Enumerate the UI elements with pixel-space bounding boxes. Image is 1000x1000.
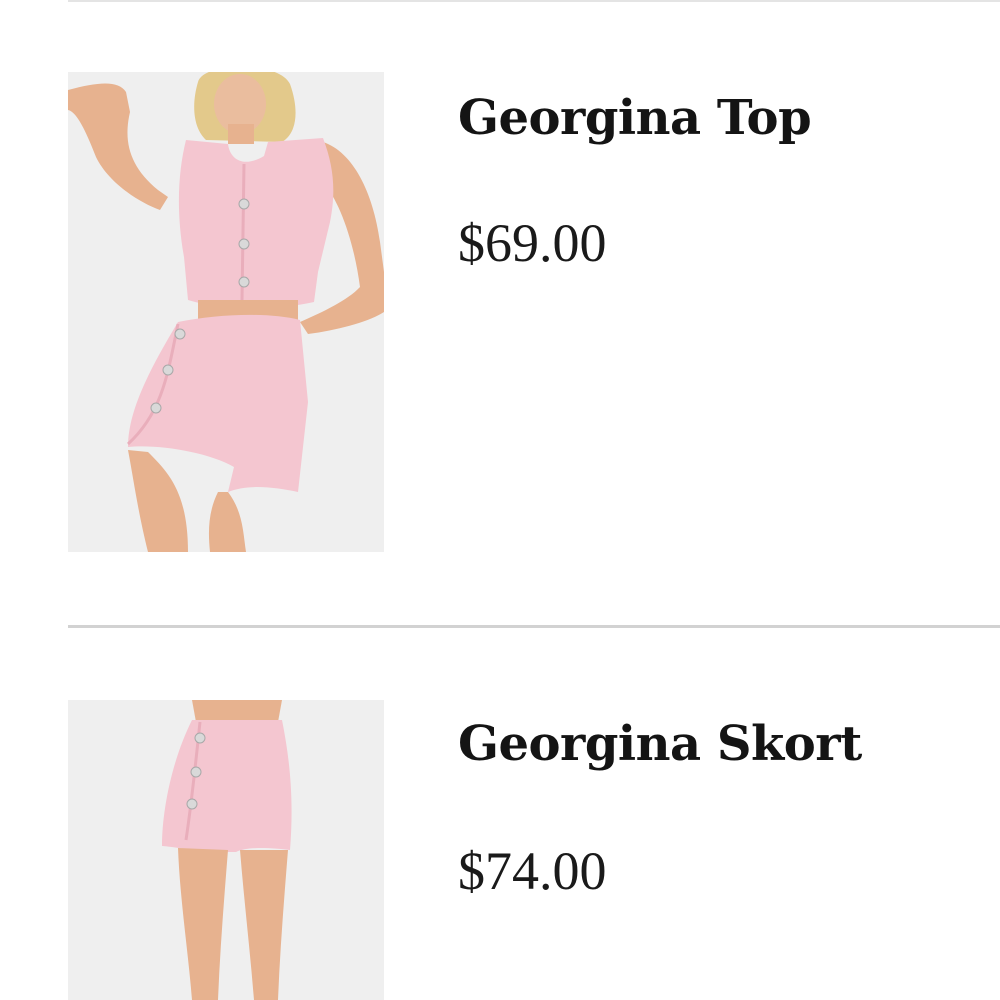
product-price: $74.00 [458, 841, 607, 901]
product-divider [68, 625, 1000, 628]
product-name[interactable]: Georgina Top [458, 90, 812, 146]
top-divider [68, 0, 1000, 2]
product-price: $69.00 [458, 213, 607, 273]
product-image[interactable] [68, 72, 384, 552]
product-photo [68, 700, 384, 1000]
product-name[interactable]: Georgina Skort [458, 716, 862, 772]
product-card[interactable]: Georgina Skort $74.00 [0, 700, 1000, 1000]
product-photo [68, 72, 384, 552]
product-image[interactable] [68, 700, 384, 1000]
product-card[interactable]: Georgina Top $69.00 [0, 72, 1000, 552]
